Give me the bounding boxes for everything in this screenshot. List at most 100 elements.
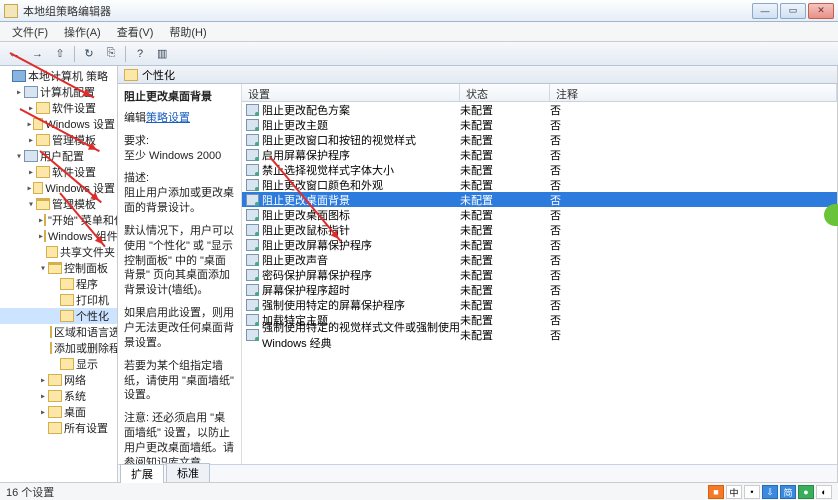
menu-action[interactable]: 操作(A) [56, 22, 109, 42]
tree-twisty[interactable]: ▾ [14, 151, 24, 162]
tree-item[interactable]: ▸Windows 设置 [0, 180, 117, 196]
list-row[interactable]: 屏幕保护程序超时未配置否 [242, 282, 837, 297]
maximize-button[interactable]: ▭ [780, 3, 806, 19]
tree-twisty[interactable]: ▸ [26, 167, 36, 178]
menu-help[interactable]: 帮助(H) [161, 22, 214, 42]
tray-icon[interactable]: ■ [708, 485, 724, 499]
filter-button[interactable]: ▥ [152, 45, 172, 63]
row-setting: 阻止更改声音 [262, 252, 328, 268]
list-row[interactable]: 强制使用特定的视觉样式文件或强制使用 Windows 经典未配置否 [242, 327, 837, 342]
help-button[interactable]: ? [130, 45, 150, 63]
list-row[interactable]: 启用屏幕保护程序未配置否 [242, 147, 837, 162]
nav-back-button[interactable]: ← [4, 45, 25, 63]
col-setting[interactable]: 设置 [242, 84, 460, 101]
tree-item[interactable]: ▾控制面板 [0, 260, 117, 276]
list-row[interactable]: 阻止更改桌面图标未配置否 [242, 207, 837, 222]
edit-policy-link[interactable]: 策略设置 [146, 112, 190, 124]
tree-item[interactable]: ▸Windows 组件 [0, 228, 117, 244]
tab-extended[interactable]: 扩展 [120, 464, 164, 483]
export-button[interactable]: ⎘ [101, 45, 121, 63]
menu-view[interactable]: 查看(V) [109, 22, 162, 42]
tree-item[interactable]: ▸软件设置 [0, 164, 117, 180]
list-row[interactable]: 阻止更改主题未配置否 [242, 117, 837, 132]
tree-item[interactable]: 共享文件夹 [0, 244, 117, 260]
tree-twisty[interactable]: ▸ [26, 135, 36, 146]
tree-twisty[interactable]: ▸ [26, 119, 33, 130]
config-icon [24, 150, 38, 162]
tree-twisty[interactable]: ▸ [38, 391, 48, 402]
list-row[interactable]: 阻止更改窗口颜色和外观未配置否 [242, 177, 837, 192]
list-body[interactable]: 阻止更改配色方案未配置否阻止更改主题未配置否阻止更改窗口和按钮的视觉样式未配置否… [242, 102, 837, 464]
list-row[interactable]: 密码保护屏幕保护程序未配置否 [242, 267, 837, 282]
menu-file[interactable]: 文件(F) [4, 22, 56, 42]
tree-pane[interactable]: 本地计算机 策略▸计算机配置▸软件设置▸Windows 设置▸管理模板▾用户配置… [0, 66, 118, 482]
tree-item[interactable]: 添加或删除程序 [0, 340, 117, 356]
row-comment: 否 [550, 117, 837, 133]
tree-item[interactable]: 打印机 [0, 292, 117, 308]
tree-item[interactable]: ▸ 管理模板 [0, 132, 117, 148]
tree-label: 系统 [64, 388, 86, 404]
list-row[interactable]: 强制使用特定的屏幕保护程序未配置否 [242, 297, 837, 312]
computer-icon [12, 70, 26, 82]
tree-twisty[interactable]: ▸ [38, 375, 48, 386]
tree-item[interactable]: ▸Windows 设置 [0, 116, 117, 132]
tray-ime-icon[interactable]: 中 [726, 485, 742, 499]
tab-standard[interactable]: 标准 [166, 463, 210, 482]
tree-item[interactable]: 本地计算机 策略 [0, 68, 117, 84]
tray-icon[interactable]: ● [798, 485, 814, 499]
folder-icon [50, 326, 52, 338]
row-setting: 阻止更改窗口和按钮的视觉样式 [262, 132, 416, 148]
list-row[interactable]: 禁止选择视觉样式字体大小未配置否 [242, 162, 837, 177]
row-state: 未配置 [460, 312, 550, 328]
tree-item[interactable]: ▾管理模板 [0, 196, 117, 212]
list-row[interactable]: 阻止更改窗口和按钮的视觉样式未配置否 [242, 132, 837, 147]
row-comment: 否 [550, 192, 837, 208]
tree-item[interactable]: ▸"开始" 菜单和任务栏 [0, 212, 117, 228]
tree-item[interactable]: ▸软件设置 [0, 100, 117, 116]
tree-twisty[interactable]: ▾ [26, 199, 36, 210]
desc-d5: 注意: 还必须启用 "桌面墙纸" 设置，以防止用户更改桌面墙纸。请参阅知识库文章… [124, 411, 235, 464]
menubar: 文件(F) 操作(A) 查看(V) 帮助(H) [0, 22, 838, 42]
nav-up-button[interactable]: ⇧ [50, 45, 70, 63]
tree-item[interactable]: ▸ 网络 [0, 372, 117, 388]
policy-icon [246, 104, 259, 116]
tree-twisty[interactable]: ▸ [26, 103, 36, 114]
tree-item[interactable]: ▸桌面 [0, 404, 117, 420]
tray-icon[interactable]: ◐ [816, 485, 832, 499]
list-row[interactable]: 阻止更改桌面背景未配置否 [242, 192, 837, 207]
tree-item[interactable]: 区域和语言选项 [0, 324, 117, 340]
tree-item[interactable]: ▾用户配置 [0, 148, 117, 164]
main-header-title: 个性化 [142, 67, 175, 83]
tree-twisty[interactable]: ▾ [38, 263, 48, 274]
col-state[interactable]: 状态 [460, 84, 550, 101]
tray-icon[interactable]: • [744, 485, 760, 499]
tree-item[interactable]: 个性化 [0, 308, 117, 324]
minimize-button[interactable]: ― [752, 3, 778, 19]
tree-item[interactable]: 显示 [0, 356, 117, 372]
tree-item[interactable]: ▸计算机配置 [0, 84, 117, 100]
list-row[interactable]: 阻止更改配色方案未配置否 [242, 102, 837, 117]
close-button[interactable]: ✕ [808, 3, 834, 19]
nav-forward-button[interactable]: → [27, 45, 48, 63]
config-icon [24, 86, 38, 98]
folder-icon [48, 406, 62, 418]
tray-icon[interactable]: 简 [780, 485, 796, 499]
tree-label: 管理模板 [52, 132, 96, 148]
tree-label: Windows 组件 [48, 228, 118, 244]
list-row[interactable]: 阻止更改屏幕保护程序未配置否 [242, 237, 837, 252]
policy-icon [246, 194, 259, 206]
refresh-button[interactable]: ↻ [79, 45, 99, 63]
list-row[interactable]: 阻止更改鼠标指针未配置否 [242, 222, 837, 237]
tree-item[interactable]: 程序 [0, 276, 117, 292]
col-comment[interactable]: 注释 [550, 84, 837, 101]
tree-twisty[interactable]: ▸ [26, 183, 33, 194]
tree-twisty[interactable]: ▸ [38, 407, 48, 418]
tree-twisty[interactable]: ▸ [14, 87, 24, 98]
list-row[interactable]: 阻止更改声音未配置否 [242, 252, 837, 267]
tree-item[interactable]: 所有设置 [0, 420, 117, 436]
tray-icon[interactable]: ⇩ [762, 485, 778, 499]
tree-item[interactable]: ▸ 系统 [0, 388, 117, 404]
folder-icon [48, 262, 62, 274]
tree-label: 网络 [64, 372, 86, 388]
folder-icon [60, 358, 74, 370]
